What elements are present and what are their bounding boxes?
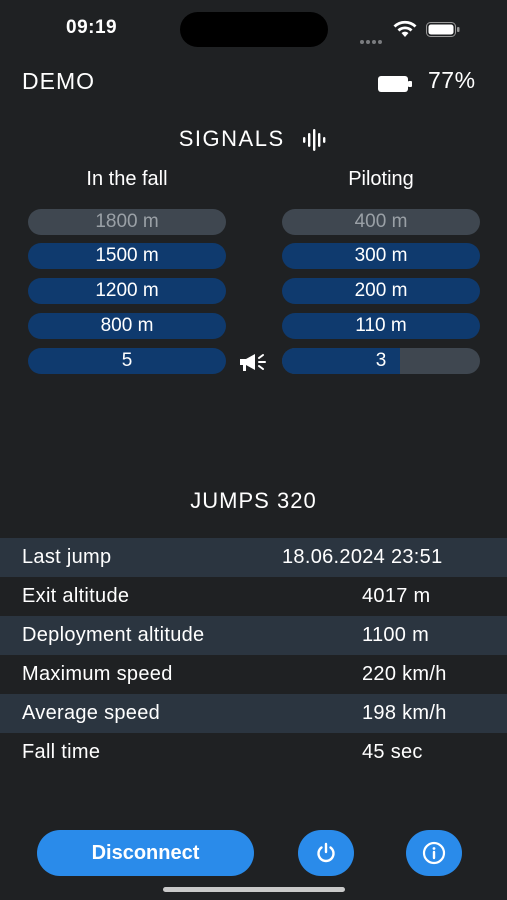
info-button[interactable] bbox=[406, 830, 462, 876]
stat-label: Average speed bbox=[22, 702, 161, 724]
piloting-signal-400[interactable]: 400 m bbox=[282, 209, 480, 235]
stat-value: 4017 m bbox=[362, 585, 431, 607]
fall-count-value: 5 bbox=[121, 350, 133, 371]
power-icon bbox=[317, 842, 335, 863]
piloting-signal-110[interactable]: 110 m bbox=[282, 313, 480, 339]
stat-row-deployment-altitude: Deployment altitude 1100 m bbox=[0, 616, 507, 655]
fall-signal-800[interactable]: 800 m bbox=[28, 313, 226, 339]
stat-value: 1100 m bbox=[362, 624, 430, 646]
battery-icon bbox=[378, 76, 412, 92]
stat-label: Last jump bbox=[22, 546, 112, 568]
home-indicator[interactable] bbox=[163, 887, 345, 892]
waveform-icon[interactable] bbox=[302, 128, 328, 152]
stat-label: Exit altitude bbox=[22, 585, 130, 607]
info-icon bbox=[422, 841, 446, 865]
dynamic-island bbox=[180, 12, 328, 47]
cellular-signal-icon bbox=[360, 31, 386, 44]
piloting-signal-300[interactable]: 300 m bbox=[282, 243, 480, 269]
megaphone-icon[interactable] bbox=[238, 351, 268, 373]
disconnect-button[interactable]: Disconnect bbox=[37, 830, 254, 876]
stat-row-fall-time: Fall time 45 sec bbox=[0, 733, 507, 772]
status-bar: 09:19 bbox=[0, 0, 507, 58]
power-button[interactable] bbox=[298, 830, 354, 876]
piloting-signal-200[interactable]: 200 m bbox=[282, 278, 480, 304]
stat-row-maximum-speed: Maximum speed 220 km/h bbox=[0, 655, 507, 694]
signals-title: SIGNALS bbox=[0, 126, 507, 152]
stat-row-average-speed: Average speed 198 km/h bbox=[0, 694, 507, 733]
fall-signal-1800[interactable]: 1800 m bbox=[28, 209, 226, 235]
piloting-count-value: 3 bbox=[375, 350, 387, 371]
fall-count-slider[interactable]: 5 bbox=[28, 348, 226, 374]
stat-value: 220 km/h bbox=[362, 663, 447, 685]
fall-signal-1200[interactable]: 1200 m bbox=[28, 278, 226, 304]
fall-column-label: In the fall bbox=[86, 168, 168, 190]
app-header: DEMO 77% bbox=[0, 62, 507, 102]
stat-value: 18.06.2024 23:51 bbox=[282, 546, 443, 568]
stat-value: 45 sec bbox=[362, 741, 423, 763]
stat-label: Fall time bbox=[22, 741, 101, 763]
stat-label: Maximum speed bbox=[22, 663, 173, 685]
jumps-title: JUMPS 320 bbox=[190, 488, 317, 513]
status-battery-icon bbox=[426, 22, 460, 37]
status-time: 09:19 bbox=[66, 17, 118, 38]
stat-row-exit-altitude: Exit altitude 4017 m bbox=[0, 577, 507, 616]
device-name: DEMO bbox=[22, 68, 95, 94]
piloting-count-slider[interactable]: 3 bbox=[282, 348, 480, 374]
stat-value: 198 km/h bbox=[362, 702, 447, 724]
piloting-column-label: Piloting bbox=[348, 168, 414, 190]
signals-title-text: SIGNALS bbox=[178, 126, 285, 151]
stat-row-last-jump: Last jump 18.06.2024 23:51 bbox=[0, 538, 507, 577]
fall-signal-1500[interactable]: 1500 m bbox=[28, 243, 226, 269]
stat-label: Deployment altitude bbox=[22, 624, 205, 646]
wifi-icon bbox=[393, 20, 417, 37]
battery-percent: 77% bbox=[428, 67, 476, 93]
